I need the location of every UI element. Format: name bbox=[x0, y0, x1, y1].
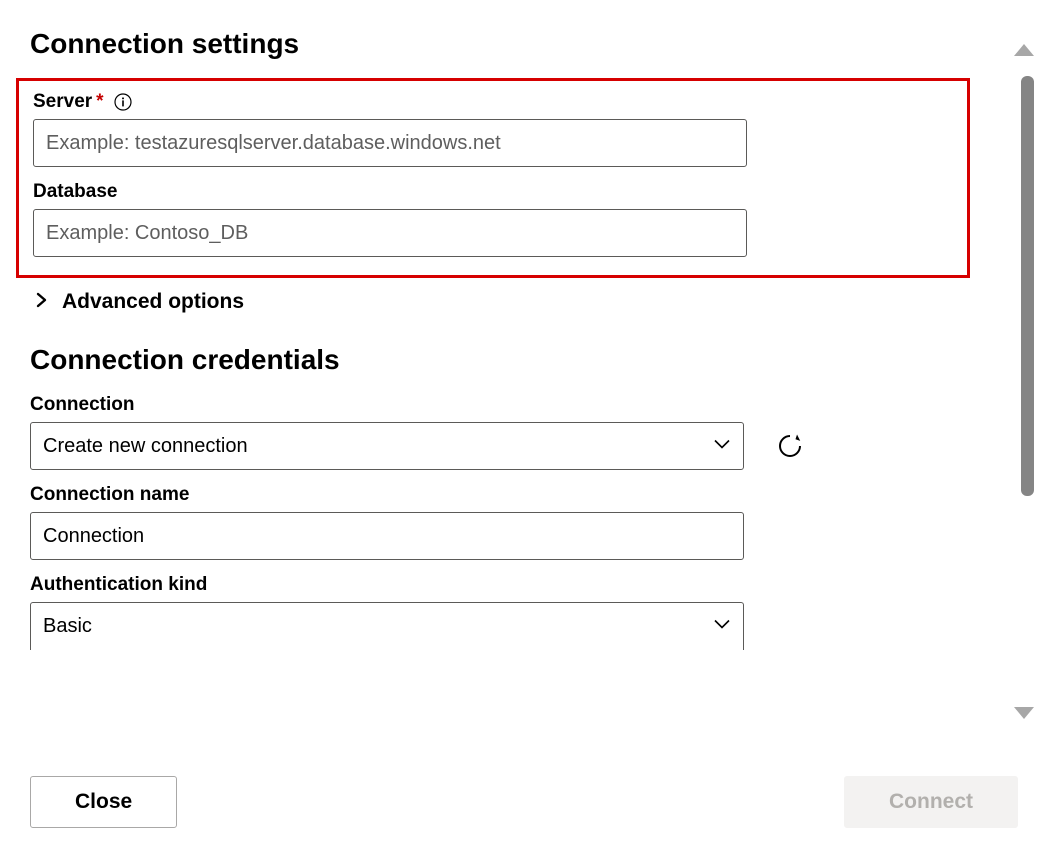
connection-label: Connection bbox=[30, 394, 135, 416]
refresh-icon bbox=[776, 432, 804, 460]
auth-kind-select-value: Basic bbox=[43, 615, 92, 638]
connection-field: Connection Create new connection bbox=[30, 394, 970, 470]
connect-button[interactable]: Connect bbox=[844, 776, 1018, 828]
database-label: Database bbox=[33, 181, 118, 203]
auth-kind-select[interactable]: Basic bbox=[30, 602, 744, 650]
auth-kind-select-wrap: Basic bbox=[30, 602, 744, 650]
server-label-row: Server * bbox=[33, 91, 953, 113]
info-icon[interactable] bbox=[114, 93, 132, 111]
scrollbar-thumb[interactable] bbox=[1021, 76, 1034, 496]
scroll-up-button[interactable] bbox=[1014, 44, 1034, 56]
auth-kind-label-row: Authentication kind bbox=[30, 574, 970, 596]
server-input[interactable] bbox=[33, 119, 747, 167]
required-indicator: * bbox=[96, 91, 103, 113]
server-label: Server bbox=[33, 91, 92, 113]
connection-row: Create new connection bbox=[30, 422, 970, 470]
database-field: Database bbox=[33, 181, 953, 257]
dialog-footer: Close Connect bbox=[0, 747, 1048, 857]
connection-name-label: Connection name bbox=[30, 484, 189, 506]
advanced-options-label: Advanced options bbox=[62, 290, 244, 314]
connection-select-value: Create new connection bbox=[43, 435, 248, 458]
highlight-box: Server * Database bbox=[16, 78, 970, 278]
close-button[interactable]: Close bbox=[30, 776, 177, 828]
scroll-down-button[interactable] bbox=[1014, 707, 1034, 719]
dialog-viewport: Connection settings Server * bbox=[0, 0, 1048, 857]
auth-kind-field: Authentication kind Basic bbox=[30, 574, 970, 650]
connection-select[interactable]: Create new connection bbox=[30, 422, 744, 470]
scroll-content: Connection settings Server * bbox=[0, 0, 1000, 737]
connection-name-label-row: Connection name bbox=[30, 484, 970, 506]
advanced-options-expander[interactable]: Advanced options bbox=[36, 290, 970, 314]
connection-name-field: Connection name bbox=[30, 484, 970, 560]
connection-settings-heading: Connection settings bbox=[30, 28, 970, 60]
chevron-right-icon bbox=[36, 290, 48, 314]
server-field: Server * bbox=[33, 91, 953, 167]
connection-credentials-heading: Connection credentials bbox=[30, 344, 970, 376]
database-label-row: Database bbox=[33, 181, 953, 203]
connection-label-row: Connection bbox=[30, 394, 970, 416]
auth-kind-label: Authentication kind bbox=[30, 574, 207, 596]
database-input[interactable] bbox=[33, 209, 747, 257]
refresh-button[interactable] bbox=[776, 432, 804, 460]
connection-name-input[interactable] bbox=[30, 512, 744, 560]
connection-select-wrap: Create new connection bbox=[30, 422, 744, 470]
